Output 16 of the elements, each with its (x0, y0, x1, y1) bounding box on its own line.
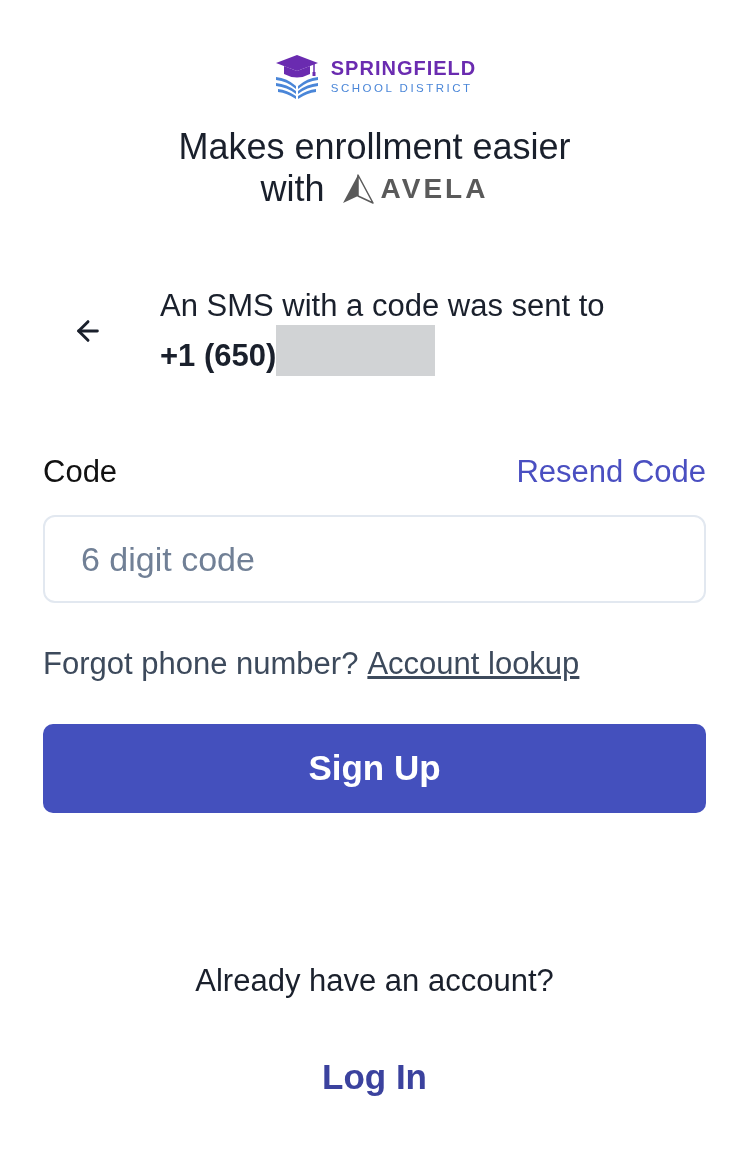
district-name: SPRINGFIELD (330, 56, 477, 80)
phone-number-text: +1 (650) (160, 337, 277, 375)
brand-wordmark: AVELA (380, 172, 489, 206)
sign-up-button[interactable]: Sign Up (43, 724, 706, 813)
resend-code-link[interactable]: Resend Code (516, 454, 706, 490)
account-lookup-link[interactable]: Account lookup (367, 646, 580, 682)
log-in-link[interactable]: Log In (322, 1057, 427, 1097)
tagline-with-text: with (260, 168, 325, 210)
sms-sent-text: An SMS with a code was sent to (160, 287, 605, 325)
tagline-text: Makes enrollment easier (178, 126, 571, 168)
code-label: Code (43, 454, 118, 490)
arrowhead-logo-icon (341, 174, 374, 204)
code-input[interactable]: 6 digit code (43, 515, 706, 603)
existing-account-text: Already have an account? (195, 963, 554, 999)
forgot-phone-text: Forgot phone number? (43, 646, 359, 682)
district-subtitle: SCHOOL DISTRICT (330, 81, 473, 96)
